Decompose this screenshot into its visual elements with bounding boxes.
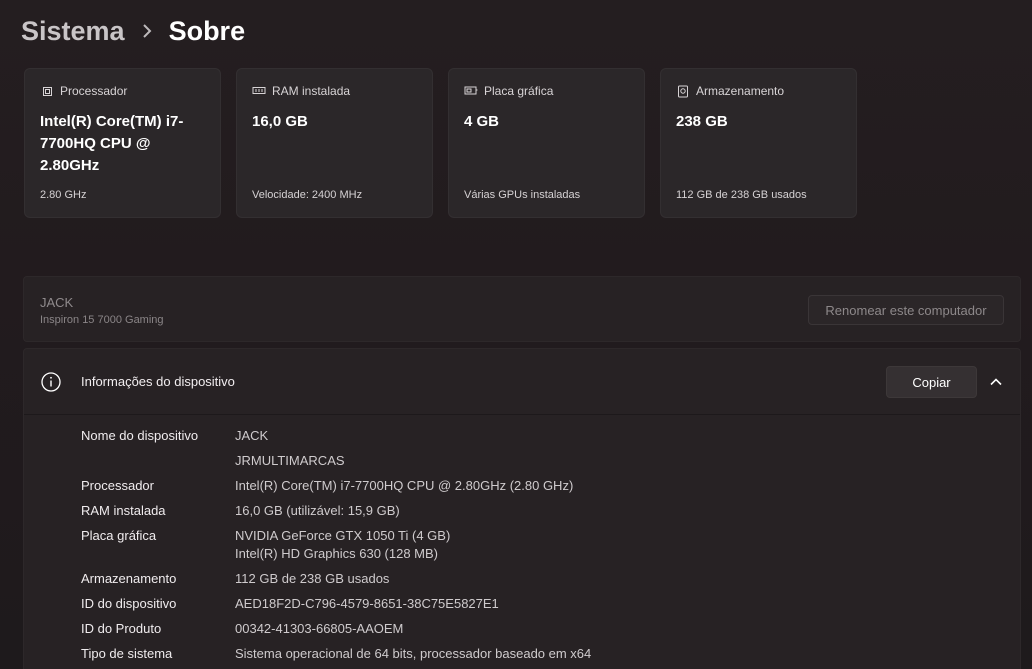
processor-icon bbox=[40, 84, 54, 98]
spec-value: Intel(R) HD Graphics 630 (128 MB) bbox=[235, 546, 439, 561]
spec-value: NVIDIA GeForce GTX 1050 Ti (4 GB) bbox=[235, 528, 451, 543]
spec-row-storage: Armazenamento 112 GB de 238 GB usados bbox=[81, 570, 591, 588]
card-ram-sub: Velocidade: 2400 MHz bbox=[252, 189, 363, 201]
spec-label: Placa gráfica bbox=[81, 528, 157, 543]
card-ram-label: RAM instalada bbox=[272, 84, 351, 98]
card-storage-value: 238 GB bbox=[676, 113, 728, 130]
card-ram-value: 16,0 GB bbox=[252, 113, 308, 130]
chevron-up-icon[interactable] bbox=[986, 373, 1006, 391]
card-gpu: Placa gráfica 4 GB Várias GPUs instalada… bbox=[448, 68, 645, 218]
spec-value: JRMULTIMARCAS bbox=[235, 453, 345, 468]
card-processor-value: Intel(R) Core(TM) i7-7700HQ CPU @ 2.80GH… bbox=[40, 113, 184, 174]
spec-value: Intel(R) Core(TM) i7-7700HQ CPU @ 2.80GH… bbox=[235, 478, 574, 493]
card-gpu-sub: Várias GPUs instaladas bbox=[464, 189, 581, 201]
spec-row-processor: Processador Intel(R) Core(TM) i7-7700HQ … bbox=[81, 477, 591, 495]
copy-button[interactable]: Copiar bbox=[886, 366, 977, 398]
spec-label: Armazenamento bbox=[81, 571, 177, 586]
breadcrumb-sistema[interactable]: Sistema bbox=[21, 16, 125, 47]
card-processor: Processador Intel(R) Core(TM) i7-7700HQ … bbox=[24, 68, 221, 218]
spec-label: Nome do dispositivo bbox=[81, 428, 199, 443]
card-storage-sub: 112 GB de 238 GB usados bbox=[676, 189, 807, 201]
spec-value: JACK bbox=[235, 428, 269, 443]
card-processor-sub: 2.80 GHz bbox=[40, 189, 87, 201]
spec-value: Sistema operacional de 64 bits, processa… bbox=[235, 646, 592, 661]
spec-value: 112 GB de 238 GB usados bbox=[235, 571, 390, 586]
device-info-panel: Informações do dispositivo Copiar Nome d… bbox=[23, 348, 1021, 669]
page-title: Sobre bbox=[168, 15, 246, 46]
spec-value[interactable]: AED18F2D-C796-4579-8651-38C75E5827E1 bbox=[235, 595, 499, 613]
chevron-right-icon bbox=[141, 23, 153, 39]
spec-label: ID do dispositivo bbox=[81, 596, 177, 611]
gpu-icon bbox=[464, 84, 478, 98]
card-storage: Armazenamento 238 GB 112 GB de 238 GB us… bbox=[660, 68, 857, 218]
card-processor-label: Processador bbox=[60, 84, 128, 98]
breadcrumb: Sistema Sobre bbox=[21, 12, 245, 50]
spec-row-system-type: Tipo de sistema Sistema operacional de 6… bbox=[81, 645, 591, 663]
spec-row-gpu: Placa gráfica NVIDIA GeForce GTX 1050 Ti… bbox=[81, 527, 591, 563]
spec-row-device-id: ID do dispositivo AED18F2D-C796-4579-865… bbox=[81, 595, 591, 613]
spec-row-ram: RAM instalada 16,0 GB (utilizável: 15,9 … bbox=[81, 502, 591, 520]
rename-computer-button[interactable]: Renomear este computador bbox=[808, 295, 1004, 325]
device-spec-table: Nome do dispositivo JACK JRMULTIMARCAS P… bbox=[81, 427, 591, 669]
spec-row-product-id: ID do Produto 00342-41303-66805-AAOEM bbox=[81, 620, 591, 638]
spec-label: Processador bbox=[81, 478, 154, 493]
spec-label: Tipo de sistema bbox=[81, 646, 173, 661]
info-icon bbox=[40, 371, 62, 393]
card-ram: RAM instalada 16,0 GB Velocidade: 2400 M… bbox=[236, 68, 433, 218]
spec-cards: Processador Intel(R) Core(TM) i7-7700HQ … bbox=[24, 68, 857, 218]
spec-value[interactable]: 00342-41303-66805-AAOEM bbox=[235, 620, 403, 638]
device-info-title: Informações do dispositivo bbox=[81, 374, 235, 389]
computer-model: Inspiron 15 7000 Gaming bbox=[40, 314, 164, 326]
rename-panel: JACK Inspiron 15 7000 Gaming Renomear es… bbox=[23, 276, 1021, 342]
device-info-header[interactable]: Informações do dispositivo Copiar bbox=[24, 349, 1020, 415]
spec-row-device-name: Nome do dispositivo JACK JRMULTIMARCAS bbox=[81, 427, 591, 470]
spec-value: 16,0 GB (utilizável: 15,9 GB) bbox=[235, 503, 400, 518]
storage-icon bbox=[676, 84, 690, 98]
card-gpu-label: Placa gráfica bbox=[484, 84, 554, 98]
computer-name: JACK bbox=[40, 295, 74, 310]
ram-icon bbox=[252, 84, 266, 98]
card-storage-label: Armazenamento bbox=[696, 84, 785, 98]
spec-label: RAM instalada bbox=[81, 503, 166, 518]
card-gpu-value: 4 GB bbox=[464, 113, 500, 130]
spec-label: ID do Produto bbox=[81, 621, 162, 636]
